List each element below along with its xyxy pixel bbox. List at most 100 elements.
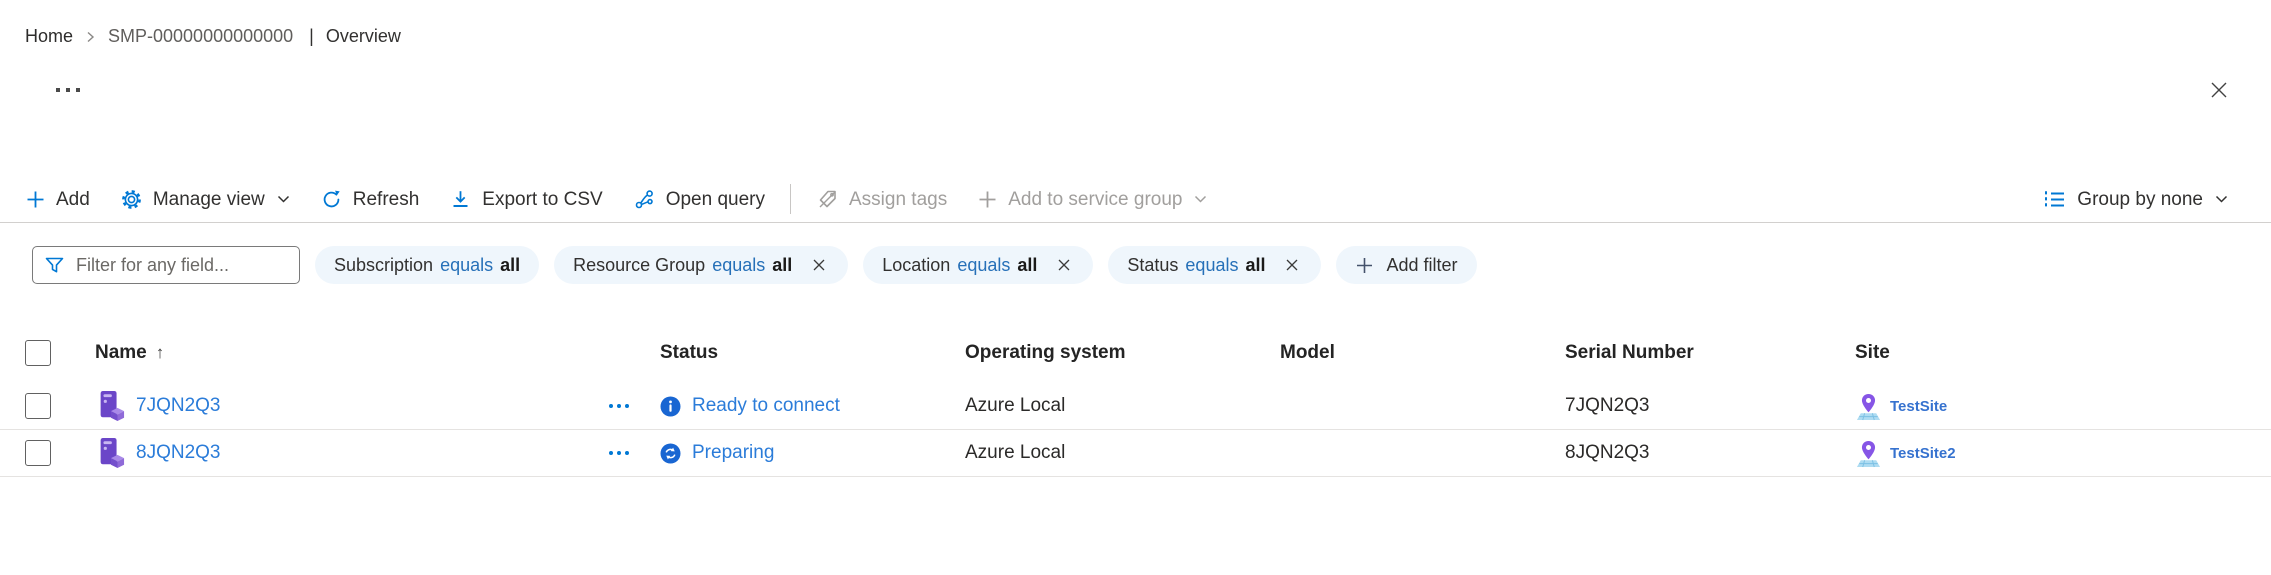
add-filter-label: Add filter [1386, 254, 1458, 275]
plus-icon [1355, 256, 1374, 275]
close-button[interactable] [2205, 76, 2233, 104]
select-row-checkbox[interactable] [25, 440, 51, 466]
add-filter-button[interactable]: Add filter [1336, 246, 1477, 284]
status-link[interactable]: Preparing [692, 442, 774, 464]
filter-value: all [1017, 254, 1038, 275]
export-to-csv-label: Export to CSV [482, 188, 603, 210]
add-button[interactable]: Add [10, 181, 105, 218]
dismiss-x-icon [813, 259, 825, 271]
info-status-icon [660, 396, 681, 417]
plus-icon [977, 189, 998, 210]
column-header-model[interactable]: Model [1280, 342, 1565, 364]
column-header-name[interactable]: Name ↑ [95, 342, 660, 364]
filter-field: Status [1127, 254, 1179, 275]
manage-view-button[interactable]: Manage view [105, 180, 305, 219]
filter-field: Location [882, 254, 951, 275]
refresh-button[interactable]: Refresh [305, 180, 435, 219]
toolbar-divider [0, 222, 2271, 223]
sort-ascending-icon: ↑ [155, 343, 165, 362]
chevron-down-icon [2215, 195, 2228, 204]
assign-tags-label: Assign tags [848, 188, 948, 210]
export-to-csv-button[interactable]: Export to CSV [434, 180, 617, 219]
site-map-pin-icon [1855, 392, 1882, 421]
group-by-label: Group by none [2077, 188, 2203, 210]
plus-icon [25, 189, 46, 210]
device-name-link[interactable]: 7JQN2Q3 [136, 395, 220, 417]
tag-icon [816, 188, 839, 211]
filter-operator: equals [712, 254, 766, 275]
column-header-status[interactable]: Status [660, 342, 965, 364]
refresh-label: Refresh [352, 188, 420, 210]
filter-pill-subscription[interactable]: Subscription equals all [315, 246, 540, 284]
table-row: 7JQN2Q3 Ready to connect Azure Local 7JQ… [0, 383, 2271, 430]
filter-field: Resource Group [573, 254, 706, 275]
flow-branch-icon [633, 188, 656, 211]
grouped-list-icon [2042, 188, 2067, 211]
column-header-serial-number[interactable]: Serial Number [1565, 342, 1855, 364]
filter-field: Subscription [334, 254, 434, 275]
serial-number-value: 8JQN2Q3 [1565, 442, 1650, 463]
open-query-button[interactable]: Open query [618, 180, 780, 219]
refresh-icon [320, 188, 343, 211]
remove-filter-button[interactable] [809, 255, 829, 275]
column-header-name-label: Name [95, 342, 147, 363]
close-icon [2211, 82, 2227, 98]
add-label: Add [56, 188, 90, 210]
chevron-down-icon [277, 195, 290, 204]
remove-filter-button[interactable] [1282, 255, 1302, 275]
device-server-icon [95, 388, 125, 424]
serial-number-value: 7JQN2Q3 [1565, 395, 1650, 416]
filter-operator: equals [440, 254, 494, 275]
azure-devices-overview-page: Home SMP-00000000000000 | Overview Add M… [0, 0, 2271, 575]
filter-pill-status[interactable]: Status equals all [1108, 246, 1322, 284]
breadcrumb-pipe-divider: | [309, 26, 314, 46]
filter-value: all [500, 254, 521, 275]
select-all-checkbox[interactable] [25, 340, 51, 366]
select-row-checkbox[interactable] [25, 393, 51, 419]
toolbar-separator [789, 184, 791, 214]
breadcrumb-home-link[interactable]: Home [25, 26, 73, 47]
operating-system-value: Azure Local [965, 442, 1066, 463]
devices-table: Name ↑ Status Operating system Model Ser… [0, 330, 2271, 477]
status-link[interactable]: Ready to connect [692, 395, 840, 417]
add-to-service-group-label: Add to service group [1008, 188, 1183, 210]
operating-system-value: Azure Local [965, 395, 1066, 416]
filter-operator: equals [1185, 254, 1239, 275]
site-link[interactable]: TestSite [1890, 398, 1947, 415]
breadcrumb-section-label: Overview [325, 26, 401, 46]
column-header-site[interactable]: Site [1855, 342, 2271, 364]
assign-tags-button[interactable]: Assign tags [801, 180, 962, 219]
dismiss-x-icon [1287, 259, 1298, 271]
chevron-down-icon [1194, 195, 1207, 204]
filter-value: all [1245, 254, 1266, 275]
site-map-pin-icon [1855, 439, 1882, 468]
add-to-service-group-button[interactable]: Add to service group [962, 181, 1222, 218]
column-header-operating-system[interactable]: Operating system [965, 342, 1280, 364]
sync-status-icon [660, 443, 681, 464]
funnel-icon [43, 254, 66, 277]
filter-value: all [772, 254, 793, 275]
breadcrumb-resource-name: SMP-00000000000000 [108, 26, 294, 46]
filter-bar: Subscription equals all Resource Group e… [32, 245, 1477, 285]
remove-filter-button[interactable] [1054, 255, 1074, 275]
more-options-button[interactable] [605, 447, 633, 459]
filter-pill-resource-group[interactable]: Resource Group equals all [554, 246, 849, 284]
more-options-button[interactable] [605, 400, 633, 412]
table-row: 8JQN2Q3 Preparing Azure Local 8JQN2Q3 Te… [0, 430, 2271, 477]
title-overflow-ellipsis-icon[interactable] [56, 88, 80, 92]
breadcrumb: Home SMP-00000000000000 | Overview [25, 26, 401, 47]
breadcrumb-chevron-icon [85, 30, 96, 44]
command-bar: Add Manage view Refresh Export to CSV Op… [10, 176, 2243, 222]
gear-icon [120, 188, 143, 211]
device-server-icon [95, 435, 125, 471]
download-icon [449, 188, 472, 211]
manage-view-label: Manage view [152, 188, 265, 210]
filter-pill-location[interactable]: Location equals all [863, 246, 1094, 284]
group-by-button[interactable]: Group by none [2027, 180, 2243, 219]
open-query-label: Open query [665, 188, 765, 210]
device-name-link[interactable]: 8JQN2Q3 [136, 442, 220, 464]
site-link[interactable]: TestSite2 [1890, 445, 1956, 462]
table-header-row: Name ↑ Status Operating system Model Ser… [0, 330, 2271, 376]
filter-input[interactable] [76, 254, 289, 276]
dismiss-x-icon [1058, 259, 1070, 271]
